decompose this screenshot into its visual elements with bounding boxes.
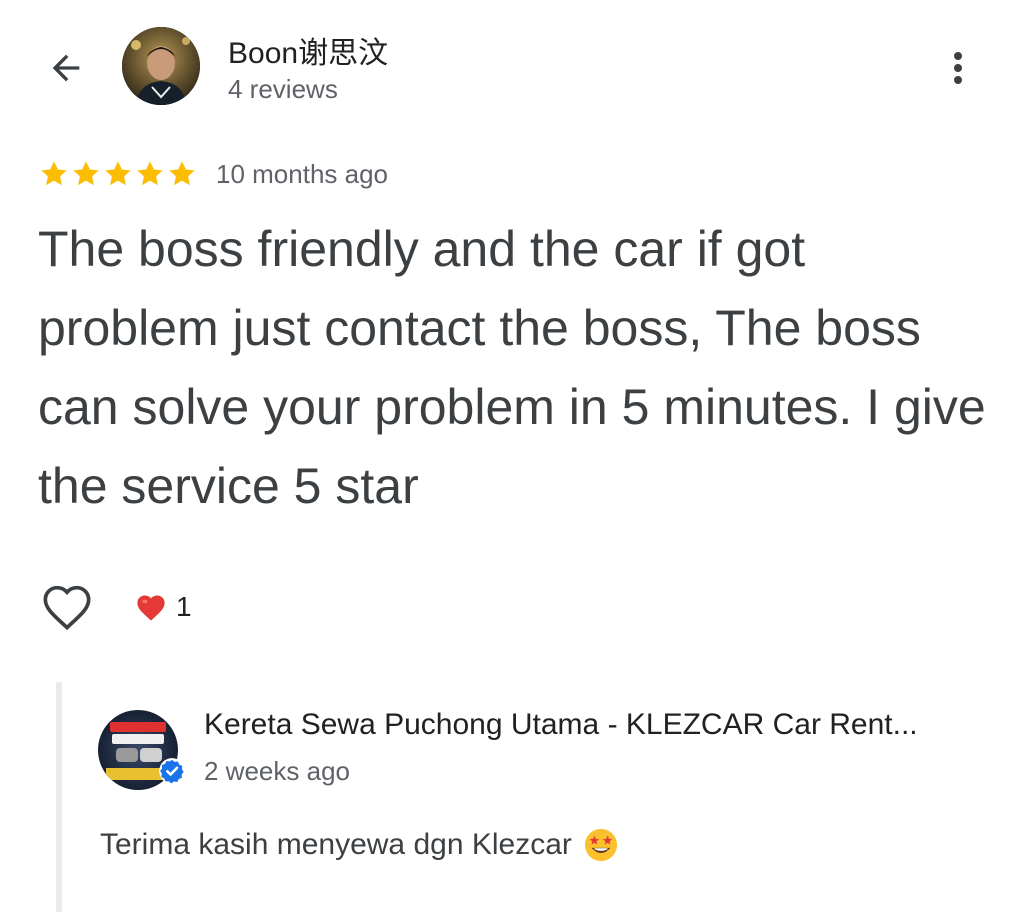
star-icon: [105, 161, 131, 186]
reviewer-review-count: 4 reviews: [228, 74, 338, 104]
star-icon: [137, 161, 163, 186]
star-icon: [73, 161, 99, 186]
star-icon: [169, 161, 195, 186]
reviewer-name[interactable]: Boon谢思汶: [228, 28, 388, 72]
reply-indent-bar: [56, 682, 62, 912]
more-options-button[interactable]: [936, 44, 980, 92]
arrow-back-icon: [52, 54, 80, 82]
rating-row: 10 months ago: [38, 156, 388, 192]
reaction-count: 1: [176, 591, 192, 622]
owner-reply-time: 2 weeks ago: [204, 756, 350, 786]
red-heart-icon: [137, 595, 165, 621]
review-text: The boss friendly and the car if got pro…: [38, 221, 986, 514]
star-rating: [38, 158, 198, 190]
reaction-summary[interactable]: 1: [134, 588, 192, 626]
owner-reply-text-row: Terima kasih menyewa dgn Klezcar: [100, 828, 618, 862]
review-time: 10 months ago: [216, 158, 389, 189]
reviewer-avatar[interactable]: [122, 27, 200, 105]
star-struck-emoji-icon: [584, 828, 617, 862]
like-button[interactable]: [38, 580, 96, 634]
owner-reply-text: Terima kasih menyewa dgn Klezcar: [100, 828, 572, 861]
back-button[interactable]: [40, 42, 92, 94]
heart-outline-icon: [43, 585, 91, 631]
owner-name[interactable]: Kereta Sewa Puchong Utama - KLEZCAR Car …: [204, 708, 1014, 742]
more-vert-icon: [954, 52, 962, 84]
review-detail-page: Boon谢思汶 4 reviews 10 months ago The boss…: [0, 0, 1024, 912]
reviewer-photo: [122, 27, 200, 105]
star-icon: [41, 161, 67, 186]
verified-check-icon: [159, 758, 185, 784]
